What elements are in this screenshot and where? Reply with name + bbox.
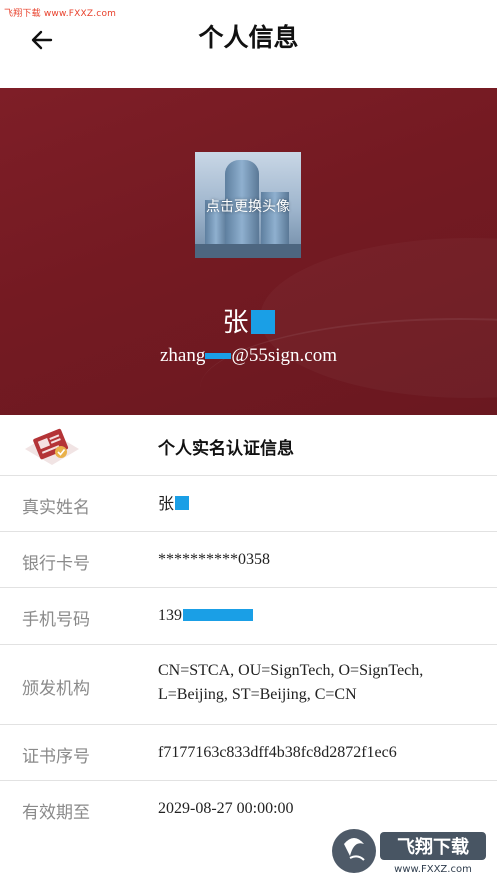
page-title: 个人信息 [198,23,299,52]
user-name: 张 [0,302,497,339]
info-row-real-name: 真实姓名 张 [0,476,497,532]
issuer-line-1: CN=STCA, OU=SignTech, O=SignTech, [158,662,424,679]
row-label: 颁发机构 [22,679,90,699]
bank-card-value: **********0358 [158,551,270,568]
email-suffix: @55sign.com [231,345,337,366]
watermark-url: www.FXXZ.com [394,864,472,875]
row-value: 139 [158,604,253,628]
row-label: 有效期至 [22,803,90,823]
change-avatar-label: 点击更换头像 [206,199,290,215]
real-name-text: 张 [158,494,175,513]
certificate-card-icon [25,428,79,465]
user-name-text: 张 [222,308,249,338]
row-value: 张 [158,492,190,516]
watermark-top: 飞翔下载 www.FXXZ.com [4,9,117,19]
info-row-phone: 手机号码 139 [0,588,497,645]
avatar-building [195,244,301,258]
email-prefix: zhang [159,345,206,366]
watermark-logo: 飞翔下载 www.FXXZ.com [332,829,486,875]
redaction-mask [205,353,232,359]
redaction-mask [250,310,275,334]
serial-value: f7177163c833dff4b38fc8d2872f1ec6 [158,744,397,761]
info-row-serial: 证书序号 f7177163c833dff4b38fc8d2872f1ec6 [0,725,497,781]
phone-text: 139 [158,607,182,624]
cert-section-header: 个人实名认证信息 [0,415,497,476]
expiry-value: 2029-08-27 00:00:00 [158,800,294,817]
info-row-bank-card: 银行卡号 **********0358 [0,532,497,588]
redaction-mask [175,496,190,510]
watermark-brand: 飞翔下载 [397,836,469,858]
row-label: 真实姓名 [22,498,90,518]
issuer-value: CN=STCA, OU=SignTech, O=SignTech, L=Beij… [158,659,423,707]
row-label: 银行卡号 [22,554,90,574]
profile-banner: 点击更换头像 张 zhang @55sign.com [0,88,497,415]
row-label: 证书序号 [22,747,90,767]
user-email: zhang @55sign.com [0,345,497,367]
cert-section-title: 个人实名认证信息 [158,439,294,459]
avatar[interactable]: 点击更换头像 [195,152,301,258]
info-row-issuer: 颁发机构 CN=STCA, OU=SignTech, O=SignTech, L… [0,645,497,725]
row-label: 手机号码 [22,610,90,630]
redaction-mask [183,609,253,621]
issuer-line-2: L=Beijing, ST=Beijing, C=CN [158,686,357,703]
